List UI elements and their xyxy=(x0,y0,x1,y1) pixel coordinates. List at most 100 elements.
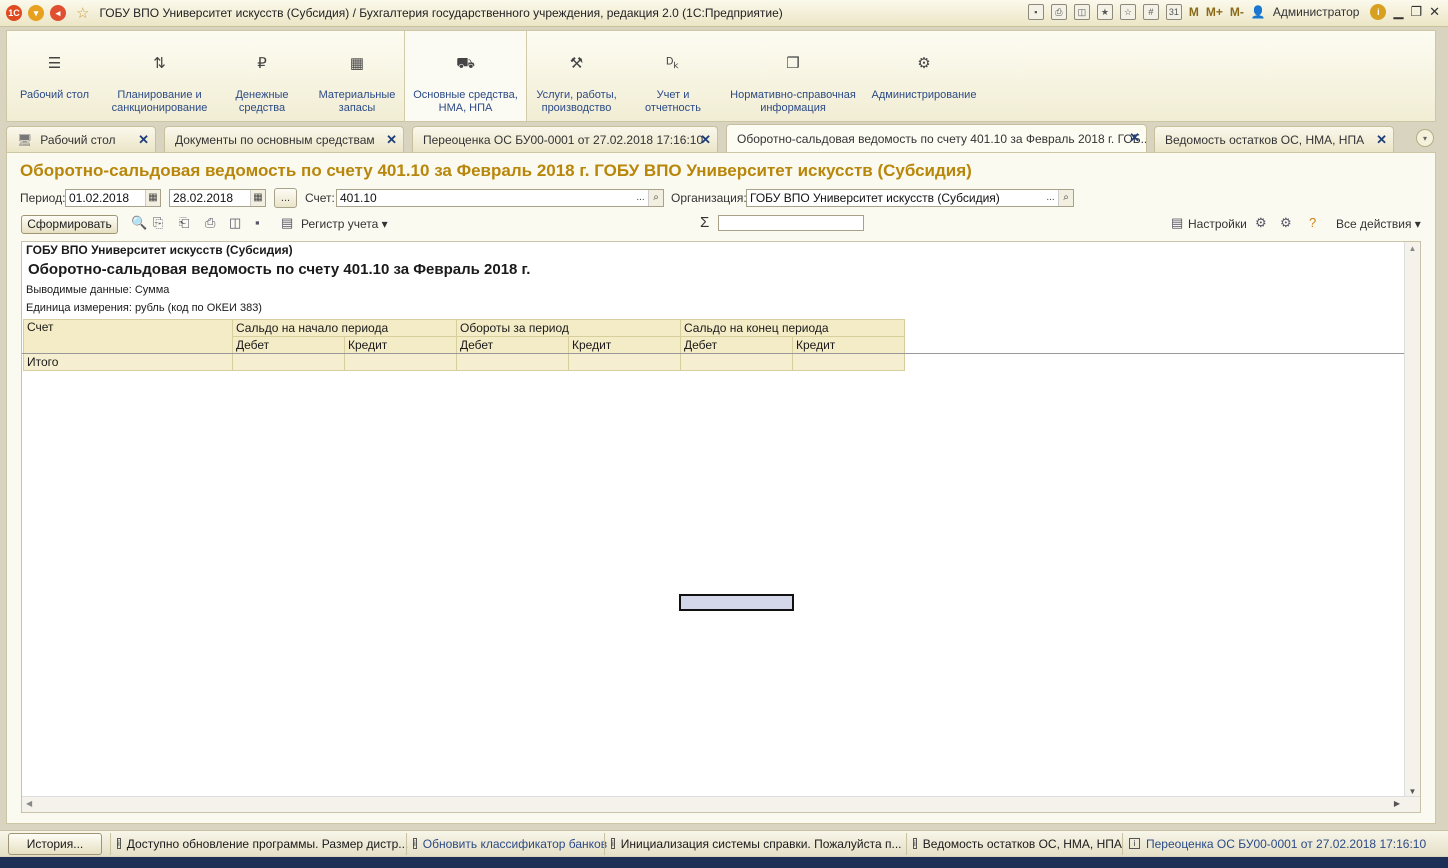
favorite-list-icon[interactable]: ☆ xyxy=(1119,4,1136,20)
section-accounting[interactable]: ᴰₖ Учет и отчетность xyxy=(637,31,709,121)
paste-icon[interactable]: ⎗ xyxy=(179,215,189,231)
favorite-add-icon[interactable]: ★ xyxy=(1096,4,1113,20)
select-ellipsis-icon[interactable]: ... xyxy=(633,190,648,206)
vertical-scrollbar[interactable]: ▲ ▼ xyxy=(1404,242,1420,798)
save-icon[interactable]: ▪ xyxy=(1027,4,1044,20)
calendar-icon[interactable]: 31 xyxy=(1165,4,1182,20)
preview-icon[interactable]: ◫ xyxy=(1073,4,1090,20)
table-cell[interactable] xyxy=(232,353,345,371)
close-tab-icon[interactable]: ✕ xyxy=(1376,132,1387,148)
tab-label: Документы по основным средствам xyxy=(175,132,375,147)
info-icon: i xyxy=(413,838,417,849)
section-services[interactable]: ⚒ Услуги, работы, производство xyxy=(529,31,624,121)
organization-field[interactable]: ГОБУ ВПО Университет искусств (Субсидия)… xyxy=(746,189,1074,207)
memory-minus-button[interactable]: M- xyxy=(1230,5,1244,19)
tab-turnover-sheet[interactable]: Оборотно-сальдовая ведомость по счету 40… xyxy=(726,124,1147,152)
back-icon[interactable]: ◂ xyxy=(50,5,66,21)
close-tab-icon[interactable]: ✕ xyxy=(386,132,397,148)
tabs-dropdown-icon[interactable]: ▾ xyxy=(1416,129,1434,147)
memory-plus-button[interactable]: M+ xyxy=(1206,5,1223,19)
close-window-icon[interactable]: ✕ xyxy=(1429,4,1440,20)
ledger-icon: ᴰₖ xyxy=(666,55,680,72)
section-label: Нормативно-справочная информация xyxy=(730,89,856,114)
date-to-field[interactable]: 28.02.2018 ▦ xyxy=(169,189,266,207)
close-tab-icon[interactable]: ✕ xyxy=(700,132,711,148)
tab-revaluation[interactable]: Переоценка ОС БУ00-0001 от 27.02.2018 17… xyxy=(412,126,718,152)
scroll-left-icon[interactable]: ◀ xyxy=(26,799,32,808)
report-unit: Единица измерения: рубль (код по ОКЕИ 38… xyxy=(26,302,262,314)
select-ellipsis-icon[interactable]: ... xyxy=(1043,190,1058,206)
help-icon[interactable]: ? xyxy=(1309,215,1316,230)
message-update[interactable]: i Доступно обновление программы. Размер … xyxy=(110,832,408,855)
table-cell[interactable] xyxy=(568,353,681,371)
section-materials[interactable]: ▦ Материальные запасы xyxy=(312,31,402,121)
section-fixed-assets[interactable]: ⛟ Основные средства, НМА, НПА xyxy=(404,31,527,121)
calculator-icon[interactable]: # xyxy=(1142,4,1159,20)
search-icon[interactable]: ⌕ xyxy=(648,190,663,206)
generate-button[interactable]: Сформировать xyxy=(21,215,118,234)
minimize-icon[interactable]: ▁ xyxy=(1393,4,1403,20)
message-balance-sheet[interactable]: i Ведомость остатков ОС, НМА, НПА xyxy=(906,832,1122,855)
planning-icon: ⇅ xyxy=(153,55,166,72)
message-help-init[interactable]: i Инициализация системы справки. Пожалуй… xyxy=(604,832,906,855)
message-bank-classifier[interactable]: i Обновить классификатор банков xyxy=(406,832,608,855)
title-bar: 1С ▾ ◂ ☆ ГОБУ ВПО Университет искусств (… xyxy=(0,0,1448,27)
horizontal-scrollbar[interactable]: ◀ ▶ xyxy=(22,796,1420,812)
section-label: Учет и отчетность xyxy=(645,89,701,114)
scroll-right-icon[interactable]: ▶ xyxy=(1394,799,1400,808)
period-select-button[interactable]: ... xyxy=(274,188,297,208)
preview-icon[interactable]: ◫ xyxy=(229,215,241,231)
table-cell[interactable] xyxy=(456,353,569,371)
table-cell[interactable] xyxy=(792,353,905,371)
section-desktop[interactable]: ☰ Рабочий стол xyxy=(17,31,92,121)
message-text: Обновить классификатор банков xyxy=(422,836,608,851)
settings-button[interactable]: Настройки xyxy=(1188,217,1247,231)
scroll-up-icon[interactable]: ▲ xyxy=(1405,244,1420,253)
message-revaluation[interactable]: i Переоценка ОС БУ00-0001 от 27.02.2018 … xyxy=(1122,832,1442,855)
account-field[interactable]: 401.10 ... ⌕ xyxy=(336,189,664,207)
scroll-down-icon[interactable]: ▼ xyxy=(1405,787,1420,796)
info-icon[interactable]: i xyxy=(1370,4,1387,20)
tab-label: Рабочий стол xyxy=(40,132,116,147)
table-cell[interactable] xyxy=(680,353,793,371)
find-icon[interactable]: 🔍 xyxy=(131,215,147,231)
register-button[interactable]: Регистр учета ▾ xyxy=(301,217,388,231)
section-admin[interactable]: ⚙ Администрирование xyxy=(869,31,979,121)
print-icon[interactable]: ⎙ xyxy=(205,215,215,231)
header-debit: Дебет xyxy=(232,336,345,354)
total-label: Итого xyxy=(23,353,233,371)
save-icon[interactable]: ▪ xyxy=(255,215,260,230)
date-from-field[interactable]: 01.02.2018 ▦ xyxy=(65,189,161,207)
all-actions-button[interactable]: Все действия ▾ xyxy=(1336,217,1421,231)
variant-save-icon[interactable]: ⚙ xyxy=(1280,215,1292,231)
restore-icon[interactable]: ❐ xyxy=(1410,4,1422,20)
print-icon[interactable]: ⎙ xyxy=(1050,4,1067,20)
history-button[interactable]: История... xyxy=(8,832,102,855)
table-row-total[interactable]: Итого xyxy=(23,353,905,371)
favorites-star-icon[interactable]: ☆ xyxy=(76,4,89,22)
app-logo-icon[interactable]: 1С xyxy=(6,5,22,21)
info-icon: i xyxy=(611,838,615,849)
tab-fixed-asset-documents[interactable]: Документы по основным средствам ✕ xyxy=(164,126,404,152)
table-cell[interactable] xyxy=(344,353,457,371)
memory-m-button[interactable]: M xyxy=(1189,5,1199,19)
calendar-icon[interactable]: ▦ xyxy=(145,190,160,206)
section-reference[interactable]: ❒ Нормативно-справочная информация xyxy=(723,31,863,121)
close-tab-icon[interactable]: ✕ xyxy=(1129,130,1140,146)
report-spreadsheet[interactable]: ГОБУ ВПО Университет искусств (Субсидия)… xyxy=(21,241,1421,813)
variant-load-icon[interactable]: ⚙ xyxy=(1255,215,1267,231)
user-name[interactable]: Администратор xyxy=(1273,5,1360,19)
selected-cell[interactable] xyxy=(679,594,794,611)
main-menu-icon[interactable]: ▾ xyxy=(28,5,44,21)
section-planning[interactable]: ⇅ Планирование и санкционирование xyxy=(107,31,212,121)
section-cash[interactable]: ₽ Денежные средства xyxy=(227,31,297,121)
tab-balance-sheet[interactable]: Ведомость остатков ОС, НМА, НПА ✕ xyxy=(1154,126,1394,152)
close-tab-icon[interactable]: ✕ xyxy=(138,132,149,148)
copy-icon[interactable]: ⎘ xyxy=(153,215,163,231)
tab-desktop[interactable]: 🖥 Рабочий стол ✕ xyxy=(6,126,156,152)
organization-label: Организация: xyxy=(671,191,747,205)
turnover-table: Счет Сальдо на начало периода Обороты за… xyxy=(23,319,905,371)
calendar-icon[interactable]: ▦ xyxy=(250,190,265,206)
header-debit: Дебет xyxy=(456,336,569,354)
search-icon[interactable]: ⌕ xyxy=(1058,190,1073,206)
